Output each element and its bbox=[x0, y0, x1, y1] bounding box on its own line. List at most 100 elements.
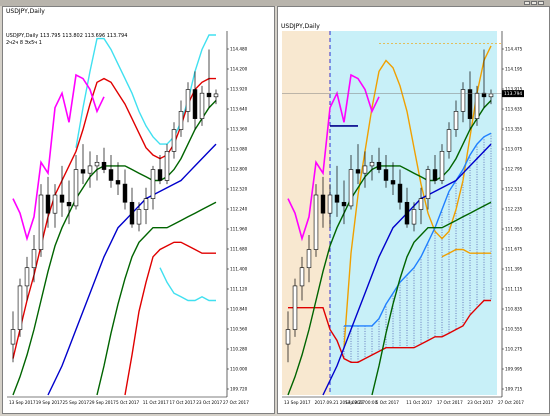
y-tick-label: 113.640 bbox=[230, 107, 248, 112]
bull-candle bbox=[299, 267, 305, 287]
x-tick-label: 27 Oct 2017 bbox=[498, 400, 524, 405]
bull-candle bbox=[292, 285, 298, 330]
bull-candle bbox=[136, 209, 142, 225]
x-tick-label: 5 Oct 2017 bbox=[116, 400, 140, 405]
close-button[interactable] bbox=[538, 1, 544, 5]
y-tick-label: 113.075 bbox=[505, 147, 523, 152]
y-tick-label: 113.080 bbox=[230, 147, 248, 152]
bull-candle bbox=[446, 129, 452, 152]
bull-candle bbox=[488, 93, 494, 98]
bear-candle bbox=[45, 194, 51, 214]
x-tick-label: 13 Sep 2017 bbox=[9, 400, 36, 405]
bear-candle bbox=[80, 169, 86, 174]
x-tick-label: 27 Oct 2017 bbox=[223, 400, 249, 405]
bull-candle bbox=[38, 194, 44, 250]
bull-candle bbox=[213, 93, 219, 98]
bull-candle bbox=[313, 194, 319, 250]
bull-candle bbox=[87, 165, 93, 174]
y-tick-label: 110.555 bbox=[505, 327, 523, 332]
bull-candle bbox=[348, 169, 354, 207]
x-tick-label: 11 Oct 2017 bbox=[143, 400, 169, 405]
y-tick-label: 110.840 bbox=[230, 307, 248, 312]
y-tick-label: 110.560 bbox=[230, 327, 248, 332]
right-chart-window[interactable]: 114.475 114.195 113.915 113.635 113.355 113.0… bbox=[277, 6, 550, 414]
y-tick-label: 111.680 bbox=[230, 247, 248, 252]
bull-candle bbox=[369, 161, 375, 167]
y-tick-label: 114.200 bbox=[230, 67, 248, 72]
bear-candle bbox=[355, 169, 361, 174]
bull-candle bbox=[425, 169, 431, 199]
bear-candle bbox=[206, 92, 212, 98]
bull-candle bbox=[94, 161, 100, 167]
bear-candle bbox=[383, 169, 389, 181]
y-tick-label: 111.115 bbox=[505, 287, 523, 292]
y-tick-label: 110.275 bbox=[505, 347, 523, 352]
bear-candle bbox=[320, 194, 326, 214]
x-tick-label: 23 Oct 2017 bbox=[467, 400, 493, 405]
y-tick-label: 109.715 bbox=[505, 387, 523, 392]
y-tick-label: 114.475 bbox=[505, 47, 523, 52]
bull-candle bbox=[150, 169, 156, 199]
y-tick-label: 113.635 bbox=[505, 107, 523, 112]
bull-candle bbox=[185, 89, 191, 112]
bull-candle bbox=[306, 249, 312, 269]
y-tick-label: 112.235 bbox=[505, 207, 523, 212]
bull-candle bbox=[474, 92, 480, 119]
x-tick-label: Sep 2017 bbox=[345, 400, 365, 405]
y-tick-label: 112.520 bbox=[230, 187, 248, 192]
bear-candle bbox=[192, 89, 198, 119]
bear-candle bbox=[122, 183, 128, 203]
left-chart-window[interactable]: USDJPY,Daily USDJPY,Daily 113.795 113.80… bbox=[2, 6, 275, 414]
bear-candle bbox=[467, 89, 473, 119]
x-tick-label: 29 Sep 2017 bbox=[89, 400, 116, 405]
bear-candle bbox=[390, 180, 396, 185]
bull-candle bbox=[362, 165, 368, 174]
bull-candle bbox=[31, 249, 37, 269]
y-tick-label: 111.395 bbox=[505, 267, 523, 272]
y-tick-label: 110.280 bbox=[230, 347, 248, 352]
y-tick-label: 109.995 bbox=[505, 367, 523, 372]
y-tick-label: 112.800 bbox=[230, 167, 248, 172]
bull-candle bbox=[439, 151, 445, 181]
bull-candle bbox=[453, 111, 459, 130]
x-tick-label: 17 Oct 2017 bbox=[170, 400, 196, 405]
x-tick-label: 17 Oct 2017 bbox=[437, 400, 463, 405]
y-tick-label: 111.960 bbox=[230, 227, 248, 232]
y-tick-label: 111.400 bbox=[230, 267, 248, 272]
bear-candle bbox=[157, 169, 163, 181]
bear-candle bbox=[115, 180, 121, 185]
indicator-line-5 bbox=[124, 241, 216, 396]
right-chart-title: USDJPY,Daily bbox=[281, 23, 320, 30]
maximize-button[interactable] bbox=[531, 1, 537, 5]
bull-candle bbox=[460, 89, 466, 112]
bear-candle bbox=[101, 161, 107, 170]
x-tick-label: 11 Oct 2017 bbox=[406, 400, 432, 405]
bull-candle bbox=[285, 329, 291, 345]
minimize-button[interactable] bbox=[524, 1, 530, 5]
y-tick-label: 112.240 bbox=[230, 207, 248, 212]
bull-candle bbox=[418, 198, 424, 210]
y-tick-label: 114.480 bbox=[230, 47, 248, 52]
current-price-label: 113.794 bbox=[504, 91, 522, 97]
left-chart-plot[interactable]: 114.480 114.200 113.920 113.640 113.360 113.0… bbox=[3, 7, 274, 413]
bull-candle bbox=[199, 92, 205, 119]
y-tick-label: 113.360 bbox=[230, 127, 248, 132]
bull-candle bbox=[73, 169, 79, 207]
bear-candle bbox=[108, 169, 114, 181]
bear-candle bbox=[341, 201, 347, 207]
bear-candle bbox=[376, 161, 382, 170]
indicator-line-2 bbox=[12, 100, 217, 396]
bull-candle bbox=[178, 111, 184, 130]
indicator-line-6 bbox=[159, 267, 216, 302]
bull-candle bbox=[10, 329, 16, 345]
bear-candle bbox=[397, 183, 403, 203]
bear-candle bbox=[59, 194, 65, 203]
bull-candle bbox=[24, 267, 30, 287]
bear-candle bbox=[404, 201, 410, 225]
y-tick-label: 112.515 bbox=[505, 187, 523, 192]
bull-candle bbox=[17, 285, 23, 330]
right-chart-plot[interactable]: 114.475114.195113.915113.635113.355113.0… bbox=[278, 7, 549, 413]
bull-candle bbox=[143, 198, 149, 210]
y-tick-label: 110.000 bbox=[230, 367, 248, 372]
y-tick-label: 111.955 bbox=[505, 227, 523, 232]
